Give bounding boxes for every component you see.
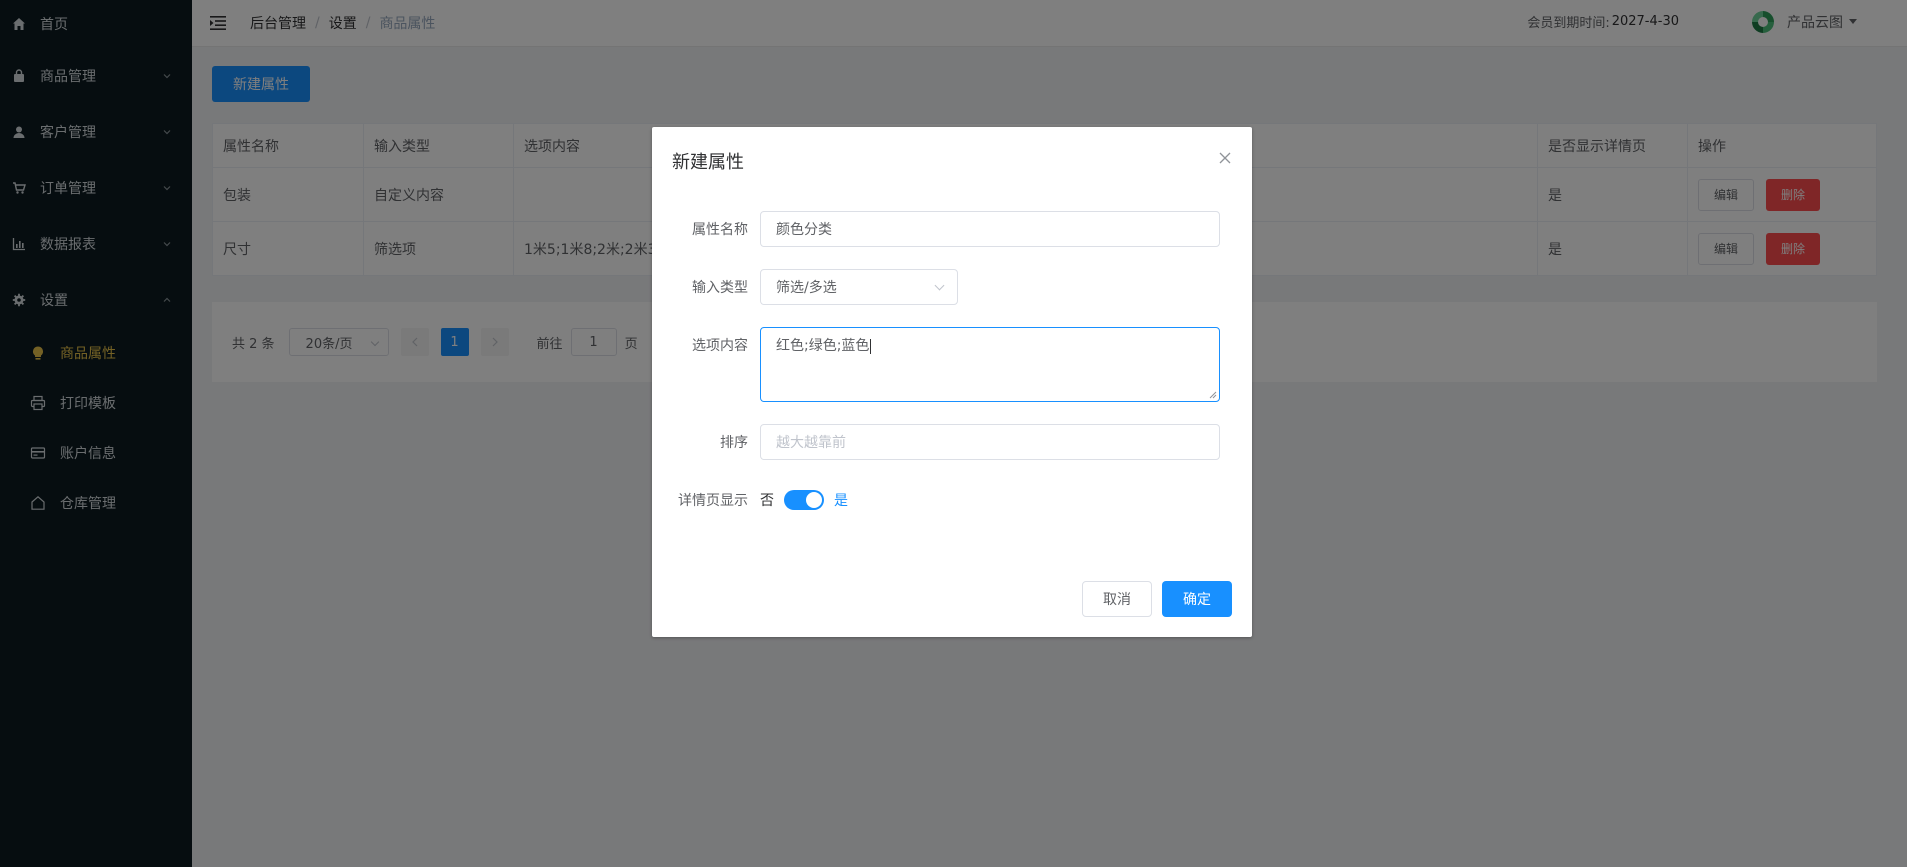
form-label: 排序 <box>720 435 748 451</box>
form-label: 输入类型 <box>692 280 748 296</box>
form-row-name: 属性名称 颜色分类 <box>652 211 1220 247</box>
textarea-value: 红色;绿色;蓝色 <box>776 338 870 354</box>
attribute-name-input[interactable]: 颜色分类 <box>760 211 1220 247</box>
chevron-down-icon <box>934 280 945 291</box>
switch-on-label[interactable]: 是 <box>834 490 848 510</box>
close-icon[interactable] <box>1218 151 1232 165</box>
dialog-title: 新建属性 <box>672 152 744 173</box>
select-value: 筛选/多选 <box>776 280 837 296</box>
sort-input[interactable]: 越大越靠前 <box>760 424 1220 460</box>
form-row-options: 选项内容 红色;绿色;蓝色 <box>652 327 1220 402</box>
resize-handle-icon[interactable] <box>1209 391 1217 399</box>
cancel-button[interactable]: 取消 <box>1082 581 1152 617</box>
text-cursor <box>870 338 872 354</box>
form-row-type: 输入类型 筛选/多选 <box>652 269 958 305</box>
options-textarea[interactable]: 红色;绿色;蓝色 <box>760 327 1220 402</box>
input-type-select[interactable]: 筛选/多选 <box>760 269 958 305</box>
new-attribute-dialog: 新建属性 属性名称 颜色分类 输入类型 筛选/多选 选项内容 红色;绿色;蓝色 … <box>652 127 1252 637</box>
form-label: 详情页显示 <box>678 493 748 509</box>
form-row-sort: 排序 越大越靠前 <box>652 424 1220 460</box>
form-row-detail: 详情页显示 否 是 <box>652 482 848 518</box>
switch-knob <box>806 492 822 508</box>
detail-display-switch[interactable] <box>784 490 824 510</box>
form-label: 属性名称 <box>692 222 748 238</box>
switch-off-label[interactable]: 否 <box>760 490 774 510</box>
detail-switch-group: 否 是 <box>760 490 848 510</box>
form-label: 选项内容 <box>692 338 748 354</box>
confirm-button[interactable]: 确定 <box>1162 581 1232 617</box>
